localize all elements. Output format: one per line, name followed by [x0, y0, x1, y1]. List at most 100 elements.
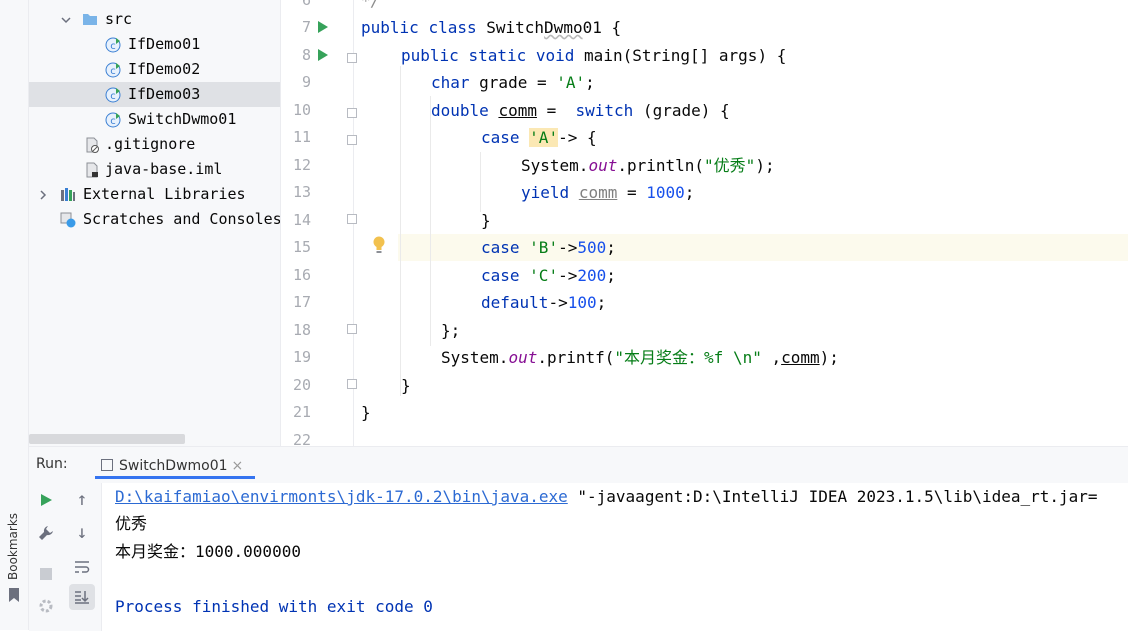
code-text: -> {	[558, 128, 597, 147]
code-line-21: }	[361, 403, 371, 422]
kw-char: char	[431, 73, 470, 92]
indent-guide	[480, 152, 481, 212]
console-output-line: 优秀	[115, 514, 148, 533]
code-line-13: yield comm = 1000;	[521, 179, 694, 206]
fold-marker-icon[interactable]	[347, 379, 357, 389]
close-icon[interactable]: ×	[232, 458, 244, 474]
line-number: 15	[292, 238, 311, 256]
scroll-to-end-button[interactable]	[69, 584, 95, 610]
left-tool-strip: Bookmarks	[0, 0, 29, 630]
settings-button[interactable]	[33, 520, 59, 546]
code-line-14: }	[481, 211, 491, 230]
iml-file-icon	[86, 162, 98, 178]
tree-item-iml[interactable]: java-base.iml	[29, 157, 280, 182]
run-class-icon[interactable]	[318, 21, 328, 33]
string-literal: "优秀"	[704, 156, 756, 175]
run-tool-window: Run: SwitchDwmo01 × ↑ ↓ D:\kaifamiao\envi…	[29, 446, 1128, 631]
soft-wrap-button[interactable]	[69, 554, 95, 580]
field-out: out	[588, 156, 618, 175]
line-number: 14	[292, 211, 311, 229]
code-line-17: default->100;	[481, 289, 606, 316]
number-literal: 500	[577, 238, 607, 257]
scroll-up-button[interactable]: ↑	[69, 487, 95, 513]
code-line-16: case 'C'->200;	[481, 262, 616, 289]
kw-case: case	[481, 128, 520, 147]
kw-static: static	[468, 46, 527, 65]
tree-item-label: IfDemo01	[128, 35, 201, 53]
stop-icon	[40, 568, 52, 580]
rerun-button[interactable]	[33, 487, 59, 513]
chevron-down-icon[interactable]	[61, 15, 71, 25]
char-literal: 'A'	[529, 128, 559, 147]
process-exit-message: Process finished with exit code 0	[115, 597, 433, 616]
chevron-right-icon[interactable]	[38, 190, 48, 200]
method-signature: main(String[] args) {	[584, 46, 787, 65]
editor-gutter: 6 7 8 9 10 11 12 13 14 15 16 17 18 19 20…	[281, 0, 357, 446]
code-text: );	[755, 156, 775, 175]
code-line-15: case 'B'->500;	[481, 234, 616, 261]
line-number: 16	[292, 266, 311, 284]
tree-item-scratches[interactable]: Scratches and Consoles	[29, 207, 280, 232]
tree-item-label: IfDemo02	[128, 60, 201, 78]
kw-yield: yield	[521, 183, 570, 202]
tree-item-ifdemo03[interactable]: c IfDemo03	[29, 82, 280, 107]
java-exe-link[interactable]: D:\kaifamiao\envirmonts\jdk-17.0.2\bin\j…	[115, 487, 568, 506]
scroll-down-button[interactable]: ↓	[69, 520, 95, 546]
code-line-8: public static void main(String[] args) {	[401, 42, 786, 69]
console-toolbar: ↑ ↓	[63, 483, 102, 631]
bookmark-icon	[9, 588, 19, 602]
stop-button[interactable]	[33, 561, 59, 587]
java-class-run-icon: c	[105, 112, 121, 128]
code-line-7: public class SwitchDwmo01 {	[361, 14, 621, 41]
fold-marker-icon[interactable]	[347, 135, 357, 145]
run-label: Run:	[36, 456, 68, 472]
run-tab-switchdwmo01[interactable]: SwitchDwmo01 ×	[95, 453, 255, 479]
code-text: System.	[521, 156, 589, 175]
code-text: ;	[606, 238, 616, 257]
code-editor[interactable]: 6 7 8 9 10 11 12 13 14 15 16 17 18 19 20…	[281, 0, 1128, 446]
code-text: =	[536, 101, 576, 120]
code-text: ->	[548, 293, 568, 312]
tree-item-gitignore[interactable]: .gitignore	[29, 132, 280, 157]
code-line-19: System.out.printf("本月奖金：%f \n" ,comm);	[441, 344, 839, 371]
kw-case: case	[481, 238, 520, 257]
code-line-18: };	[441, 321, 461, 340]
code-text: ;	[596, 293, 607, 312]
tree-item-label: java-base.iml	[105, 160, 223, 178]
fold-marker-icon[interactable]	[347, 108, 357, 118]
console-output[interactable]: D:\kaifamiao\envirmonts\jdk-17.0.2\bin\j…	[115, 483, 1125, 631]
tree-item-external-libraries[interactable]: External Libraries	[29, 182, 280, 207]
number-literal: 200	[577, 266, 607, 285]
java-class-icon: c	[105, 62, 121, 78]
java-class-icon: c	[105, 37, 121, 53]
code-text: ;	[606, 266, 616, 285]
line-number: 6	[301, 0, 311, 9]
code-line-11: case 'A'-> {	[481, 124, 597, 151]
code-line-9: char grade = 'A';	[431, 69, 595, 96]
bookmarks-tool-button[interactable]: Bookmarks	[0, 500, 28, 610]
console-command-line: D:\kaifamiao\envirmonts\jdk-17.0.2\bin\j…	[115, 483, 1098, 510]
fold-marker-icon[interactable]	[347, 53, 357, 63]
class-name-typo: Dwmo	[544, 18, 583, 37]
run-actions-toolbar	[29, 483, 63, 631]
code-text: ;	[684, 183, 695, 202]
class-name-end: 01 {	[582, 18, 622, 37]
tree-item-src[interactable]: src	[29, 7, 280, 32]
run-main-icon[interactable]	[318, 49, 328, 61]
tree-item-label: src	[105, 10, 133, 28]
command-args: "-javaagent:D:\IntelliJ IDEA 2023.1.5\li…	[567, 487, 1098, 506]
debug-settings-button[interactable]	[33, 593, 59, 619]
comment-text: */	[361, 0, 381, 10]
horizontal-scrollbar[interactable]	[29, 434, 185, 444]
code-text: ,	[761, 348, 782, 367]
fold-marker-icon[interactable]	[347, 324, 357, 334]
var-comm: comm	[578, 183, 618, 202]
arrow-up-icon: ↑	[76, 489, 88, 510]
tree-item-ifdemo01[interactable]: c IfDemo01	[29, 32, 280, 57]
fold-marker-icon[interactable]	[347, 214, 357, 224]
tree-item-ifdemo02[interactable]: c IfDemo02	[29, 57, 280, 82]
tree-item-switchdwmo01[interactable]: c SwitchDwmo01	[29, 107, 280, 132]
console-output-line: 本月奖金：1000.000000	[115, 542, 301, 561]
wrench-icon	[39, 526, 53, 540]
lightbulb-icon[interactable]	[372, 236, 386, 254]
